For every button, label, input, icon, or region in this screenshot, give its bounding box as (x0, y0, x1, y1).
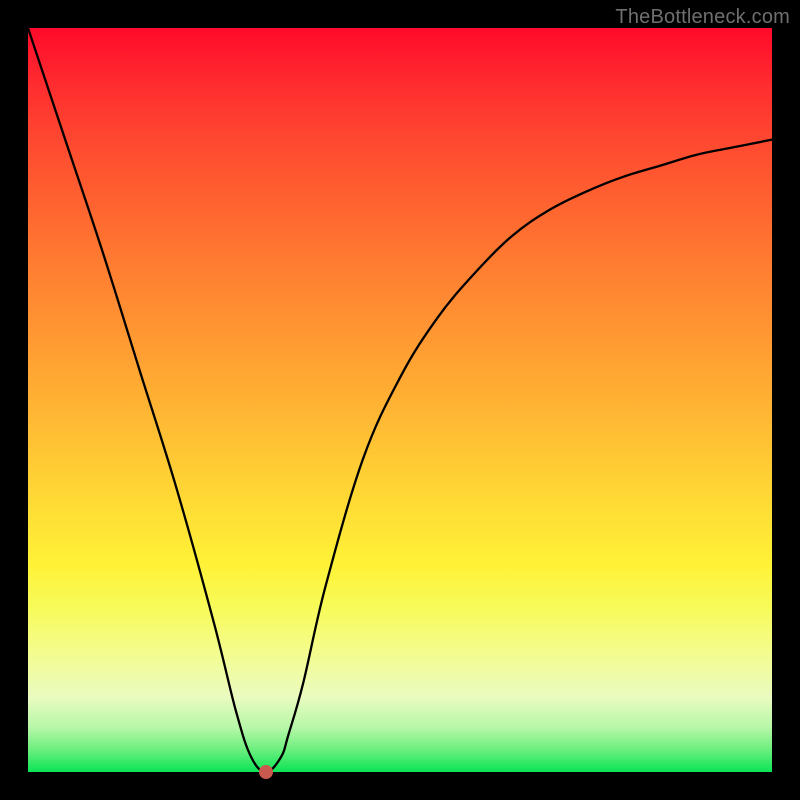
watermark-text: TheBottleneck.com (615, 6, 790, 29)
chart-frame: TheBottleneck.com (0, 0, 800, 800)
optimum-marker (259, 765, 273, 779)
bottleneck-curve (28, 28, 772, 772)
plot-area (28, 28, 772, 772)
